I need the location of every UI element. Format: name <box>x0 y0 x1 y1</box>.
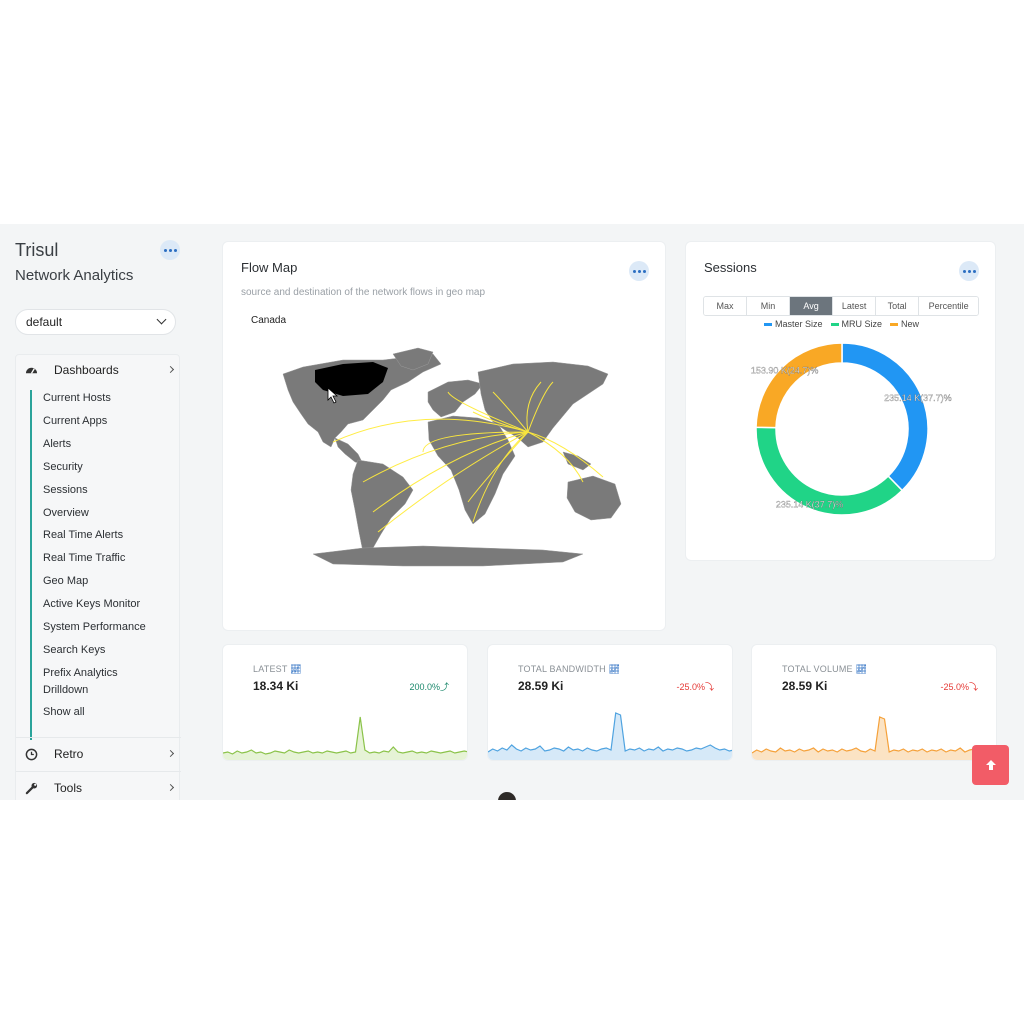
kpi-card-total-volume: TOTAL VOLUME 📈︎ 28.59 Ki -25.0%⤵ <box>751 644 997 761</box>
kpi-card-total-bandwidth: TOTAL BANDWIDTH 📈︎ 28.59 Ki -25.0%⤵ <box>487 644 733 761</box>
flow-map-card: Flow Map source and destination of the n… <box>222 241 666 631</box>
kpi-card-latest: LATEST 📈︎ 18.34 Ki 200.0%⤴ <box>222 644 468 761</box>
menu-divider <box>16 771 181 772</box>
menu-divider <box>16 737 181 738</box>
sparkline-line <box>488 712 732 753</box>
trend-up-icon: ⤴ <box>439 682 449 692</box>
chevron-down-icon <box>156 314 167 325</box>
donut-data-label: 235.14 K(37.7)% <box>884 393 952 403</box>
donut-slice-new[interactable] <box>755 342 843 429</box>
menu-tools[interactable]: Tools <box>16 773 181 800</box>
kpi-value: 28.59 Ki <box>782 679 828 693</box>
sidebar-item-current-apps[interactable]: Current Apps <box>43 413 107 430</box>
scroll-to-top-button[interactable] <box>972 745 1009 785</box>
brand-title: Trisul <box>15 240 59 260</box>
kpi-sparkline <box>488 712 732 760</box>
kpi-delta: -25.0%⤵ <box>676 682 714 692</box>
brand-subtitle: Network Analytics <box>15 267 134 284</box>
kpi-delta: 200.0%⤴ <box>409 682 449 692</box>
sparkline-area <box>488 713 732 760</box>
sidebar-item-geo-map[interactable]: Geo Map <box>43 573 88 590</box>
kpi-sparkline <box>223 716 467 760</box>
sidebar-item-active-keys-monitor[interactable]: Active Keys Monitor <box>43 596 140 613</box>
sparkline-area <box>223 717 467 760</box>
sidebar-item-overview[interactable]: Overview <box>43 505 89 522</box>
donut-slice-master-size[interactable] <box>841 342 929 492</box>
kpi-delta: -25.0%⤵ <box>940 682 978 692</box>
app-frame: Trisul Network Analytics default Dashboa… <box>0 224 1024 800</box>
sessions-donut-chart[interactable]: 235.14 K(37.7)% 235.14 K(37.7)% 153.90 K(2… <box>686 242 997 562</box>
menu-tools-label: Tools <box>54 781 83 795</box>
menu-retro[interactable]: Retro <box>16 739 181 771</box>
kpi-label: TOTAL VOLUME 📈︎ <box>782 664 868 674</box>
loading-spinner-icon <box>498 792 516 800</box>
sparkline-area <box>752 717 996 760</box>
sidebar-item-search-keys[interactable]: Search Keys <box>43 642 105 659</box>
sidebar-menu: Dashboards Current Hosts Current Apps Al… <box>15 354 181 800</box>
trend-down-icon: ⤵ <box>704 682 714 692</box>
trend-down-icon: ⤵ <box>968 682 978 692</box>
sidebar-item-current-hosts[interactable]: Current Hosts <box>43 390 111 407</box>
kpi-label: TOTAL BANDWIDTH 📈︎ <box>518 664 621 674</box>
submenu-rail <box>30 390 32 740</box>
sidebar-item-real-time-alerts[interactable]: Real Time Alerts <box>43 527 123 544</box>
sidebar-item-security[interactable]: Security <box>43 459 83 476</box>
kpi-label: LATEST 📈︎ <box>253 664 302 674</box>
sessions-card: Sessions Max Min Avg Latest Total Percen… <box>685 241 996 561</box>
kpi-value: 28.59 Ki <box>518 679 564 693</box>
sparkline-line <box>752 716 996 754</box>
dashboard-gauge-icon <box>25 367 38 374</box>
clock-icon <box>25 748 38 761</box>
world-flow-map[interactable] <box>223 242 667 632</box>
chevron-right-icon <box>166 749 175 758</box>
chevron-right-icon <box>166 365 175 374</box>
context-select-value: default <box>26 315 63 329</box>
menu-dashboards[interactable]: Dashboards <box>16 355 181 387</box>
donut-data-label: 235.14 K(37.7)% <box>776 499 844 509</box>
wrench-icon <box>25 782 38 795</box>
menu-retro-label: Retro <box>54 747 84 761</box>
sidebar-item-real-time-traffic[interactable]: Real Time Traffic <box>43 550 125 567</box>
sidebar-item-alerts[interactable]: Alerts <box>43 436 71 453</box>
sidebar-item-show-all[interactable]: Show all <box>43 704 85 721</box>
kpi-sparkline <box>752 716 996 760</box>
sidebar-item-prefix-analytics[interactable]: Prefix Analytics Drilldown <box>43 665 133 699</box>
arrow-up-icon <box>985 760 996 770</box>
sidebar-more-icon[interactable] <box>160 240 180 260</box>
donut-data-label: 153.90 K(24.7)% <box>751 365 819 375</box>
sparkline-line <box>223 716 467 755</box>
context-select[interactable]: default <box>15 309 176 335</box>
sidebar-item-sessions[interactable]: Sessions <box>43 482 88 499</box>
menu-dashboards-label: Dashboards <box>54 363 119 377</box>
chevron-right-icon <box>166 783 175 792</box>
kpi-value: 18.34 Ki <box>253 679 299 693</box>
sidebar-item-system-performance[interactable]: System Performance <box>43 619 146 636</box>
